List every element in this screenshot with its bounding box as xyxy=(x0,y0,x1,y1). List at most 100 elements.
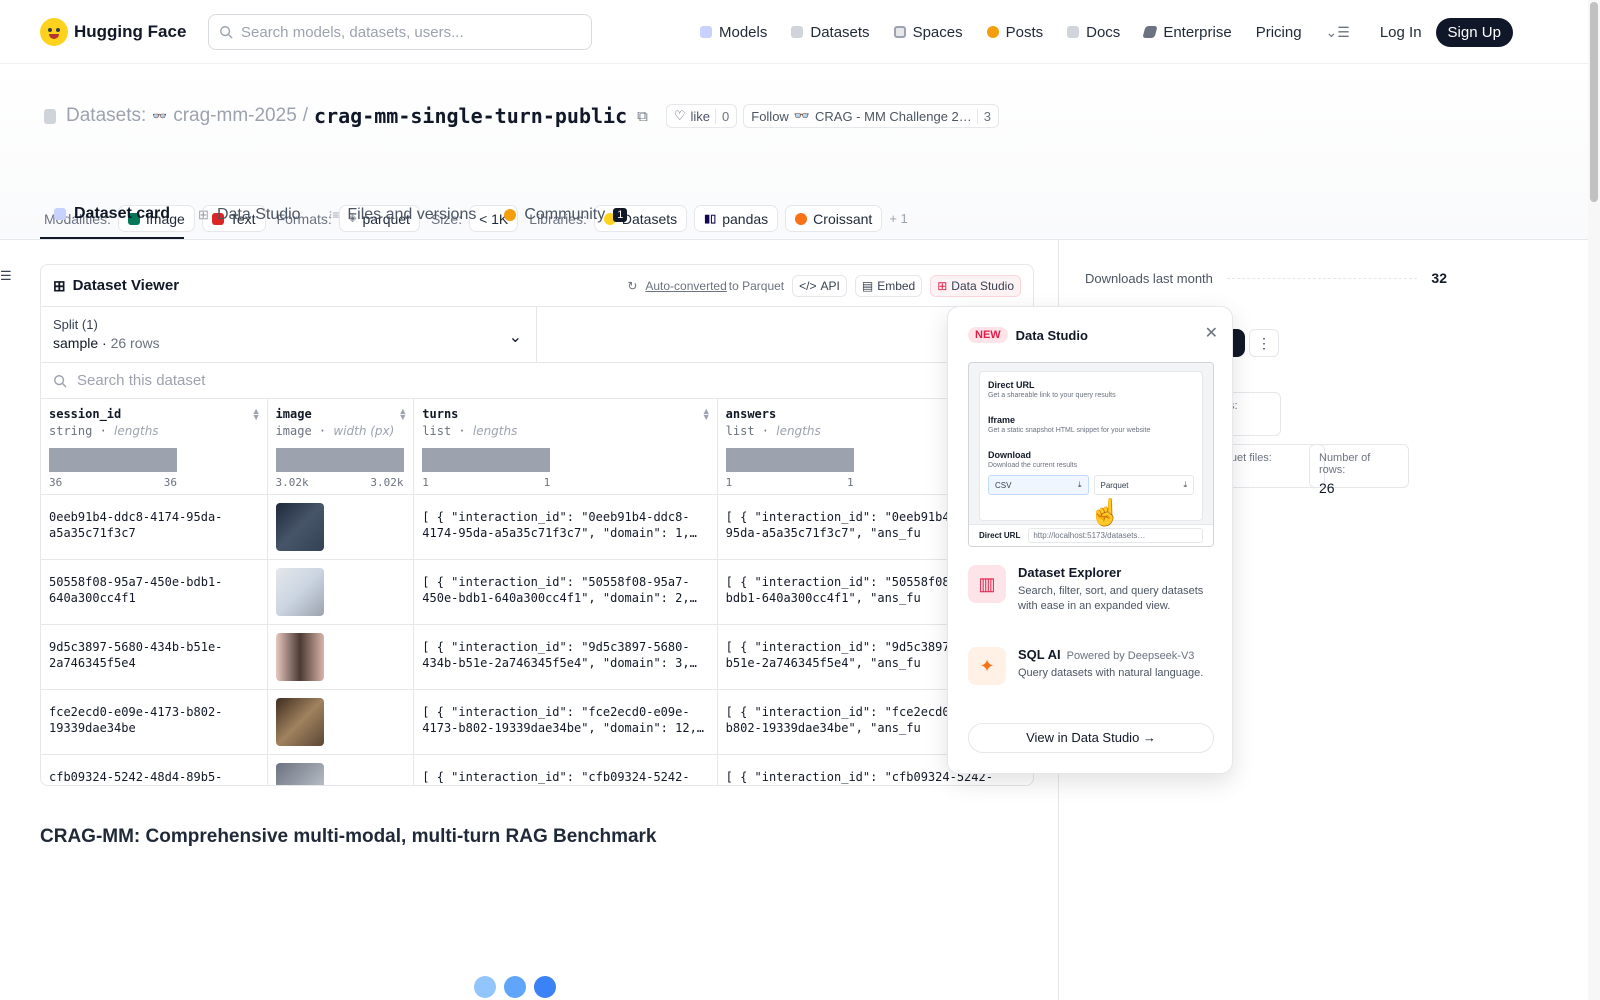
hugging-face-emoji-icon xyxy=(40,17,68,46)
nav-spaces[interactable]: Spaces xyxy=(893,24,963,41)
tab-data-studio[interactable]: ⊞ Data Studio xyxy=(184,191,315,239)
image-thumbnail[interactable] xyxy=(275,763,324,785)
hist-min: 1 xyxy=(422,476,429,489)
toc-toggle-icon[interactable]: ☰ xyxy=(0,268,12,284)
table-row[interactable]: cfb09324-5242-48d4-89b5- [ { "interactio… xyxy=(41,755,1033,785)
preview-direct-url-desc: Get a shareable link to your query resul… xyxy=(988,392,1116,399)
close-icon[interactable]: ✕ xyxy=(1205,323,1218,343)
login-link[interactable]: Log In xyxy=(1380,24,1422,41)
grid-icon xyxy=(893,26,906,38)
data-studio-preview: Direct URL Get a shareable link to your … xyxy=(968,362,1214,547)
repo-name[interactable]: crag-mm-single-turn-public xyxy=(314,104,627,128)
global-search-input[interactable]: Search models, datasets, users... xyxy=(208,14,592,50)
more-menu-icon[interactable]: ⌄☰ xyxy=(1326,24,1350,41)
table-row[interactable]: 0eeb91b4-ddc8-4174-95da-a5a35c71f3c7 [ {… xyxy=(41,495,1033,560)
sort-icon[interactable]: ▲ ▼ xyxy=(398,407,407,422)
rows-label: Number of rows: xyxy=(1319,452,1371,476)
search-icon xyxy=(220,26,233,39)
more-options-icon[interactable]: ⋮ xyxy=(1249,329,1279,357)
data-studio-button[interactable]: ⊞ Data Studio xyxy=(930,274,1021,297)
cell-session-id: cfb09324-5242-48d4-89b5- xyxy=(41,755,268,785)
page-scrollbar[interactable] xyxy=(1588,0,1600,1000)
sort-icon[interactable]: ▲ ▼ xyxy=(702,407,711,422)
sparkles-icon: ✦ xyxy=(968,647,1006,685)
datasets-label[interactable]: Datasets: xyxy=(66,105,146,127)
community-count-badge: 1 xyxy=(613,208,628,222)
downloads-label: Downloads last month xyxy=(1085,270,1213,286)
column-header-image[interactable]: image image · width (px) ▲ ▼ 3.02k 3.02k xyxy=(268,399,415,494)
column-stat: width (px) xyxy=(333,424,395,438)
nav-models[interactable]: Models xyxy=(700,24,767,41)
image-thumbnail[interactable] xyxy=(275,568,324,616)
tag-croissant[interactable]: Croissant xyxy=(785,205,883,232)
like-button[interactable]: ♡ like 0 xyxy=(665,104,738,128)
split-value: sample xyxy=(53,335,99,351)
image-thumbnail[interactable] xyxy=(275,698,324,746)
nav-pricing-label: Pricing xyxy=(1255,23,1302,41)
data-studio-label: Data Studio xyxy=(951,278,1014,293)
nav-posts[interactable]: Posts xyxy=(986,23,1044,41)
dataset-search-input[interactable]: Search this dataset xyxy=(41,363,1033,399)
nav-datasets[interactable]: Datasets xyxy=(791,24,870,41)
cell-turns: [ { "interaction_id": "cfb09324-5242- xyxy=(414,755,718,785)
explorer-title: Dataset Explorer xyxy=(1018,565,1122,580)
column-histogram xyxy=(725,448,854,472)
viewer-title: ⊞ Dataset Viewer xyxy=(53,277,179,295)
column-histogram xyxy=(275,448,404,472)
more-libraries[interactable]: + 1 xyxy=(889,211,907,226)
nav-enterprise[interactable]: Enterprise xyxy=(1142,24,1232,41)
column-header-session-id[interactable]: session_id string · lengths ▲ ▼ 36 36 xyxy=(41,399,268,494)
nav-posts-label: Posts xyxy=(1005,23,1044,41)
embed-button[interactable]: ▤ Embed xyxy=(854,274,923,297)
sql-ai-feature[interactable]: ✦ SQL AI Powered by Deepseek-V3 Query dat… xyxy=(968,647,1218,685)
table-icon: ⊞ xyxy=(53,277,66,295)
column-histogram xyxy=(422,448,551,472)
follow-org: CRAG - MM Challenge 2… xyxy=(815,108,972,124)
breadcrumb: Datasets: 👓 crag-mm-2025 / crag-mm-singl… xyxy=(44,104,1000,128)
cell-session-id: 9d5c3897-5680-434b-b51e-2a746345f5e4 xyxy=(41,625,268,689)
tab-community[interactable]: Community 1 xyxy=(490,191,641,239)
download-icon: ⤓ xyxy=(1183,480,1187,489)
brand-logo[interactable]: Hugging Face xyxy=(40,17,186,46)
embed-icon: ▤ xyxy=(861,278,874,293)
table-row[interactable]: fce2ecd0-e09e-4173-b802-19339dae34be [ {… xyxy=(41,690,1033,755)
signup-button[interactable]: Sign Up xyxy=(1435,17,1513,47)
nav-docs[interactable]: Docs xyxy=(1067,24,1120,41)
hist-max: 1 xyxy=(847,476,854,489)
cell-turns: [ { "interaction_id": "9d5c3897-5680-434… xyxy=(414,625,718,689)
column-type: image xyxy=(275,424,312,438)
community-icon xyxy=(504,209,517,221)
api-button[interactable]: </> API xyxy=(792,274,847,297)
auto-converted-link[interactable]: Auto-converted xyxy=(645,279,726,293)
org-link[interactable]: crag-mm-2025 xyxy=(173,105,297,127)
tag-pandas[interactable]: ▮▯ pandas xyxy=(694,205,779,232)
tag-pandas-label: pandas xyxy=(722,210,769,227)
split-select[interactable]: Split (1) sample · 26 rows ⌄ xyxy=(41,307,537,362)
files-icon: ⁝≡ xyxy=(328,208,340,222)
cell-session-id: fce2ecd0-e09e-4173-b802-19339dae34be xyxy=(41,690,268,754)
new-badge: NEW xyxy=(968,327,1008,343)
copy-icon[interactable]: ⧉ xyxy=(637,108,648,125)
view-in-data-studio-button[interactable]: View in Data Studio → xyxy=(968,723,1214,753)
column-header-turns[interactable]: turns list · lengths ▲ ▼ 11 xyxy=(414,399,718,494)
split-label: Split (1) xyxy=(53,317,98,332)
image-thumbnail[interactable] xyxy=(275,503,324,551)
follow-button[interactable]: Follow 👓 CRAG - MM Challenge 2… 3 xyxy=(743,104,1000,128)
table-row[interactable]: 50558f08-95a7-450e-bdb1-640a300cc4f1 [ {… xyxy=(41,560,1033,625)
column-histogram xyxy=(49,448,177,472)
tab-files-label: Files and versions xyxy=(347,206,477,223)
table-row[interactable]: 9d5c3897-5680-434b-b51e-2a746345f5e4 [ {… xyxy=(41,625,1033,690)
sort-icon[interactable]: ▲ ▼ xyxy=(252,407,261,422)
nav-pricing[interactable]: Pricing xyxy=(1256,24,1302,41)
dataset-explorer-feature[interactable]: ▥ Dataset Explorer Search, filter, sort,… xyxy=(968,565,1218,614)
hist-max: 3.02k xyxy=(370,476,404,489)
chat-bubble-icon xyxy=(986,26,999,38)
breadcrumb-separator: / xyxy=(302,105,309,126)
tab-dataset-card[interactable]: Dataset card xyxy=(40,191,185,239)
tab-files[interactable]: ⁝≡ Files and versions xyxy=(315,191,491,239)
image-thumbnail[interactable] xyxy=(275,633,324,681)
loading-indicator xyxy=(474,976,556,998)
follow-label: Follow xyxy=(751,108,789,124)
preview-iframe-desc: Get a static snapshot HTML snippet for y… xyxy=(988,427,1151,434)
embed-label: Embed xyxy=(877,278,916,293)
